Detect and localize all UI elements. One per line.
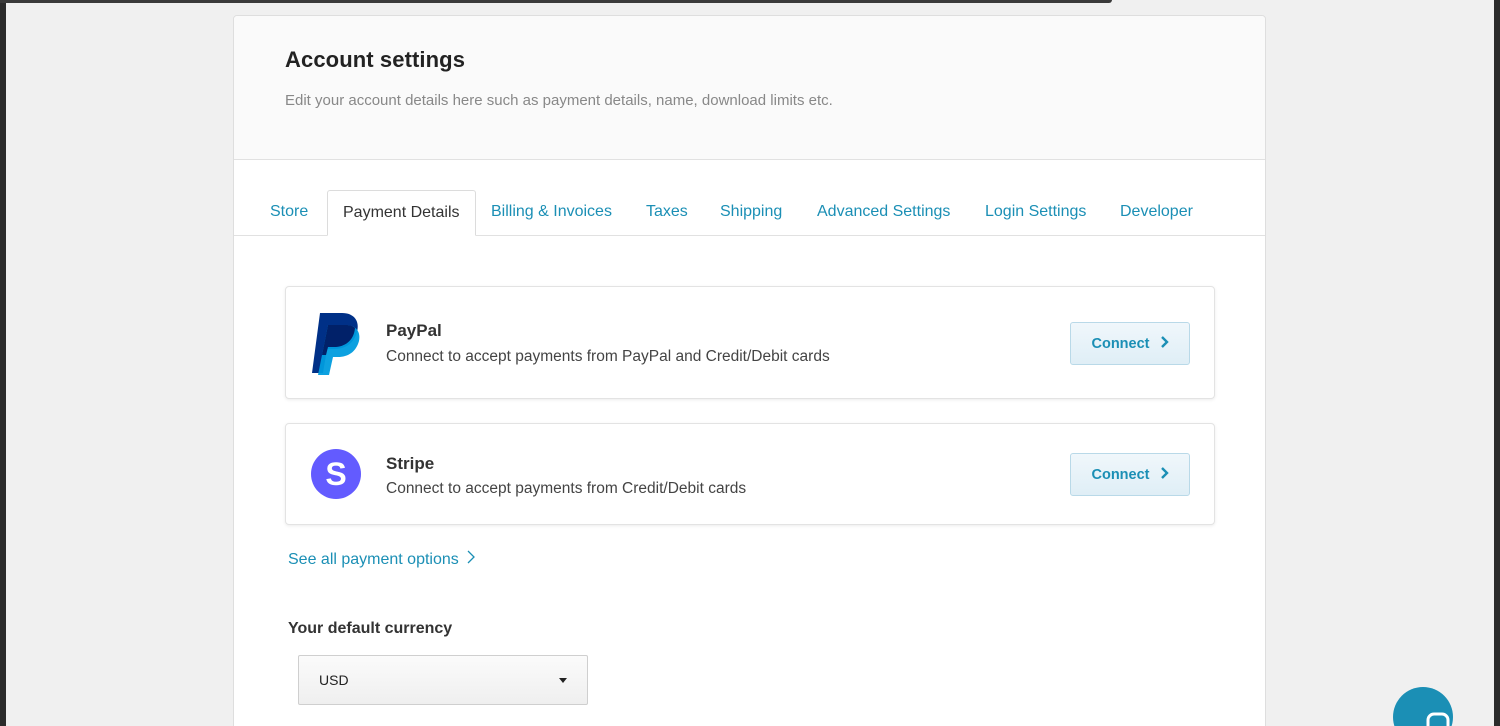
currency-label: Your default currency: [288, 620, 453, 637]
currency-select[interactable]: USD: [298, 655, 588, 705]
tab-login-settings[interactable]: Login Settings: [985, 190, 1086, 236]
settings-header: Account settings Edit your account detai…: [234, 16, 1265, 160]
tab-advanced-settings[interactable]: Advanced Settings: [817, 190, 950, 236]
see-all-payment-options-link[interactable]: See all payment options: [288, 550, 475, 569]
stripe-provider-card: S Stripe Connect to accept payments from…: [285, 423, 1215, 525]
paypal-logo-icon: [310, 311, 362, 380]
tab-store[interactable]: Store: [270, 190, 308, 236]
stripe-description: Connect to accept payments from Credit/D…: [386, 480, 747, 497]
paypal-provider-card: PayPal Connect to accept payments from P…: [285, 286, 1215, 399]
chevron-right-icon: [467, 550, 475, 569]
tab-billing-invoices[interactable]: Billing & Invoices: [491, 190, 612, 236]
caret-down-icon: [559, 678, 567, 683]
window-top-edge: [0, 0, 1112, 3]
chat-launcher-button[interactable]: [1393, 687, 1453, 726]
page-subtitle: Edit your account details here such as p…: [285, 92, 833, 109]
tab-developer[interactable]: Developer: [1120, 190, 1193, 236]
tab-taxes[interactable]: Taxes: [646, 190, 688, 236]
page-title: Account settings: [285, 47, 466, 72]
tab-payment-details[interactable]: Payment Details: [327, 190, 476, 236]
paypal-description: Connect to accept payments from PayPal a…: [386, 348, 830, 365]
stripe-logo-icon: S: [310, 448, 362, 505]
tab-shipping[interactable]: Shipping: [720, 190, 782, 236]
paypal-connect-label: Connect: [1091, 335, 1150, 352]
chat-launcher-clip: [1453, 680, 1494, 726]
svg-text:S: S: [325, 456, 346, 492]
stripe-connect-button[interactable]: Connect: [1070, 453, 1190, 496]
paypal-name: PayPal: [386, 321, 442, 340]
settings-card: Account settings Edit your account detai…: [233, 15, 1266, 726]
see-all-label: See all payment options: [288, 550, 459, 568]
currency-selected-value: USD: [319, 672, 349, 688]
paypal-connect-button[interactable]: Connect: [1070, 322, 1190, 365]
chevron-right-icon: [1160, 466, 1169, 483]
stripe-connect-label: Connect: [1091, 466, 1150, 483]
chevron-right-icon: [1160, 335, 1169, 352]
stripe-name: Stripe: [386, 454, 435, 473]
window-left-edge: [0, 0, 6, 726]
settings-tabs: Store Payment Details Billing & Invoices…: [234, 160, 1265, 236]
window-right-edge: [1494, 0, 1500, 726]
